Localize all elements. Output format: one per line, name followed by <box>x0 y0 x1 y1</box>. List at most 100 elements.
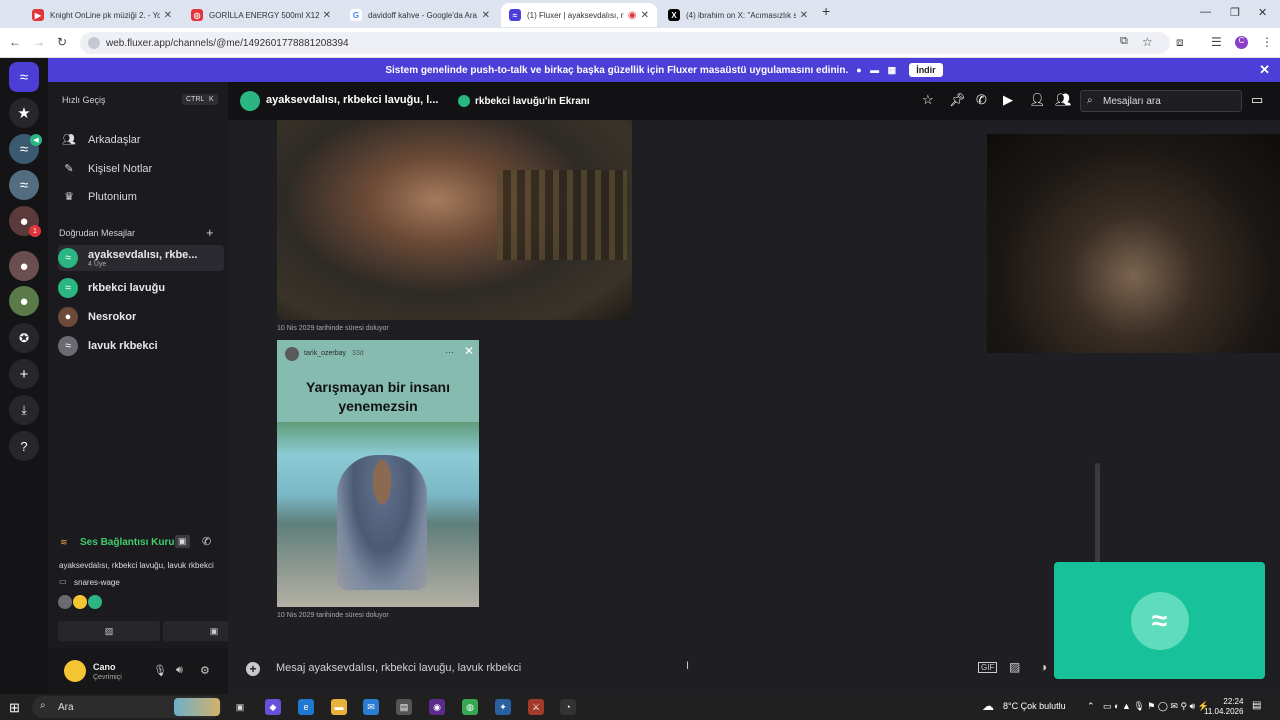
home-logo-icon[interactable]: ≈ <box>9 62 39 92</box>
close-tab-icon[interactable]: ✕ <box>800 10 808 21</box>
copilot-icon[interactable]: ◆ <box>265 699 281 715</box>
fluxer-logo-icon: ≈ <box>1130 591 1189 650</box>
back-icon[interactable]: ← <box>9 35 21 49</box>
screen-share-crumb[interactable]: rkbekci lavuğu'in Ekranı <box>458 95 590 107</box>
participant-tile[interactable]: ≈ <box>1054 562 1265 679</box>
media-icon[interactable]: ☰ <box>1211 35 1222 49</box>
story-image-attachment[interactable]: tarik_ozerbay 33d ··· ✕ Yarışmayan bir i… <box>277 340 479 607</box>
disconnect-icon[interactable]: ✆ <box>202 535 211 548</box>
weather-text[interactable]: 8°C Çok bulutlu <box>1003 701 1066 711</box>
voice-avatars <box>58 595 102 609</box>
dm-item[interactable]: ≈ rkbekci lavuğu <box>58 275 224 301</box>
screen-share-icon[interactable]: ▣ <box>175 535 190 548</box>
profile-avatar[interactable]: C <box>1235 36 1248 49</box>
dm-name: lavuk rkbekci <box>88 340 158 352</box>
close-tab-icon[interactable]: ✕ <box>641 10 649 21</box>
help-icon[interactable]: ? <box>9 431 39 461</box>
task-view-icon[interactable]: ▣ <box>232 699 248 715</box>
browser-tab-1[interactable]: ▶ Knight OnLine pk müziği 2. - Yo ✕ <box>24 3 180 27</box>
cast-icon[interactable]: ⧉ <box>1120 35 1128 48</box>
quick-switch-button[interactable]: Hızlı Geçiş <box>62 95 106 105</box>
webcam-stream[interactable] <box>987 134 1280 353</box>
tab-title: (4) ibrahim on X: "Acımasızlık sa <box>686 10 796 20</box>
minimize-icon[interactable]: — <box>1200 6 1211 18</box>
gif-button[interactable]: GIF <box>978 662 998 673</box>
tray-icons[interactable]: ▭ ◐ ▲ 🎙︎ ⚑ ◯ ✉ ⚲ 🔊︎ ⚡ <box>1103 701 1209 712</box>
attach-plus-icon[interactable]: + <box>246 662 260 676</box>
close-icon[interactable]: ✕ <box>1259 62 1270 78</box>
close-tab-icon[interactable]: ✕ <box>164 10 172 21</box>
close-tab-icon[interactable]: ✕ <box>323 10 331 21</box>
browser-tab-2[interactable]: ◎ GORİLLA ENERGY 500ml X12 En ✕ <box>183 3 339 27</box>
phone-icon[interactable]: ✆ <box>976 92 987 108</box>
menu-icon[interactable]: ⋮ <box>1261 35 1273 49</box>
app-icon[interactable]: ◉ <box>429 699 445 715</box>
dm-item-group[interactable]: ≈ ayaksevdalısı, rkbe... 4 Üye <box>58 245 224 271</box>
forward-icon[interactable]: → <box>33 35 45 49</box>
app-icon[interactable]: ✦ <box>495 699 511 715</box>
server-icon[interactable]: ≈ <box>9 170 39 200</box>
tray-chevron-icon[interactable]: ⌃ <box>1087 701 1095 712</box>
scrollbar[interactable] <box>1095 463 1100 563</box>
notification-icon[interactable]: ▤ <box>1252 700 1261 711</box>
image-icon[interactable]: ▨ <box>1009 660 1020 674</box>
dm-avatar[interactable]: ● <box>9 251 39 281</box>
add-member-icon[interactable]: 👤︎ <box>1029 92 1046 108</box>
user-avatar[interactable] <box>64 660 86 682</box>
add-server-icon[interactable]: + <box>9 359 39 389</box>
download-icon[interactable]: ⤓ <box>9 395 39 425</box>
unread-badge: 1 <box>29 225 41 237</box>
restore-icon[interactable]: ❐ <box>1230 6 1240 19</box>
dm-avatar[interactable]: ● <box>9 286 39 316</box>
extensions-icon[interactable]: ⧈ <box>1176 35 1184 50</box>
new-tab-icon[interactable]: + <box>822 3 830 19</box>
clock[interactable]: 22:24 11.04.2026 <box>1204 697 1243 717</box>
nav-friends[interactable]: 👥︎ Arkadaşlar <box>62 133 141 147</box>
message-input[interactable]: Mesaj ayaksevdalısı, rkbekci lavuğu, lav… <box>276 662 521 674</box>
favorites-star-icon[interactable]: ★ <box>9 98 39 128</box>
edge-icon[interactable]: e <box>298 699 314 715</box>
search-input[interactable]: ⌕ Mesajları ara <box>1080 90 1242 112</box>
dm-item[interactable]: ● Nesrokor <box>58 304 224 330</box>
taskbar-search[interactable]: ⌕ Ara <box>32 696 222 718</box>
discover-compass-icon[interactable]: ✪ <box>9 323 39 353</box>
reload-icon[interactable]: ↻ <box>57 35 67 49</box>
pin-icon[interactable]: 📌︎ <box>949 92 966 108</box>
bookmark-star-icon[interactable]: ☆ <box>1142 35 1153 49</box>
chrome-icon[interactable]: ◍ <box>462 699 478 715</box>
window-close-icon[interactable]: ✕ <box>1258 6 1267 19</box>
dm-item[interactable]: ≈ lavuk rkbekci <box>58 333 224 359</box>
windows-start-icon[interactable]: ⊞ <box>9 700 20 716</box>
mail-icon[interactable]: ✉ <box>363 699 379 715</box>
add-dm-icon[interactable]: + <box>206 225 214 240</box>
download-button[interactable]: İndir <box>909 63 943 77</box>
video-message-thumbnail[interactable] <box>277 120 632 320</box>
close-tab-icon[interactable]: ✕ <box>482 10 490 21</box>
url-field[interactable]: web.fluxer.app/channels/@me/149260177888… <box>80 32 1170 54</box>
browser-tab-4[interactable]: ≈ (1) Fluxer | ayaksevdalısı, rk ◉ ✕ <box>501 3 657 27</box>
store-icon[interactable]: ▤ <box>396 699 412 715</box>
group-avatar <box>240 91 260 111</box>
inbox-icon[interactable]: ▭ <box>1251 92 1263 108</box>
channel-header: ayaksevdalısı, rkbekci lavuğu, l... rkbe… <box>228 82 1280 120</box>
speaker-icon[interactable]: 🔊︎ <box>176 664 183 677</box>
sticker-icon[interactable]: ◑ <box>1040 660 1047 674</box>
game-icon[interactable]: ⚔ <box>528 699 544 715</box>
channel-title[interactable]: ayaksevdalısı, rkbekci lavuğu, l... <box>266 94 438 106</box>
camera-off-button[interactable]: ▨ <box>58 621 160 641</box>
video-icon[interactable]: ▶ <box>1003 92 1013 108</box>
app-icon[interactable]: ◔ <box>560 699 576 715</box>
browser-tab-3[interactable]: G davidoff kahve - Google'da Ara ✕ <box>342 3 498 27</box>
close-icon: ✕ <box>464 344 475 358</box>
members-icon[interactable]: 👥︎ <box>1055 92 1072 108</box>
browser-tab-5[interactable]: X (4) ibrahim on X: "Acımasızlık sa ✕ <box>660 3 816 27</box>
signal-icon: ≋ <box>60 537 68 547</box>
nav-plutonium[interactable]: ♛ Plutonium <box>62 190 137 204</box>
site-info-icon[interactable] <box>88 37 100 49</box>
nav-notes[interactable]: ✎ Kişisel Notlar <box>62 162 152 176</box>
microphone-icon[interactable]: 🎙︎ <box>153 664 167 677</box>
star-icon[interactable]: ☆ <box>922 92 934 108</box>
settings-gear-icon[interactable]: ⚙ <box>200 664 210 677</box>
tab-title: davidoff kahve - Google'da Ara <box>368 10 478 20</box>
explorer-icon[interactable]: ▬ <box>331 699 347 715</box>
